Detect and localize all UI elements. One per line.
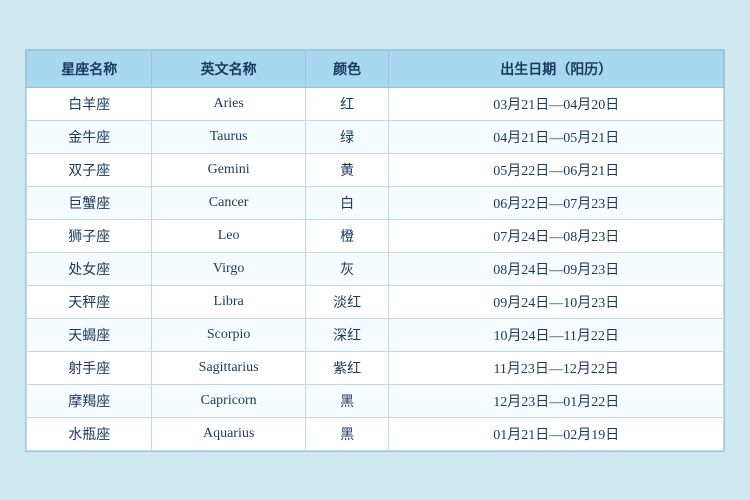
header-color: 颜色 bbox=[305, 50, 389, 87]
cell-color: 橙 bbox=[305, 219, 389, 252]
cell-color: 黑 bbox=[305, 384, 389, 417]
cell-color: 深红 bbox=[305, 318, 389, 351]
table-row: 处女座Virgo灰08月24日—09月23日 bbox=[27, 252, 724, 285]
cell-english-name: Scorpio bbox=[152, 318, 305, 351]
cell-chinese-name: 处女座 bbox=[27, 252, 152, 285]
cell-birth-date: 03月21日—04月20日 bbox=[389, 87, 724, 120]
table-header-row: 星座名称 英文名称 颜色 出生日期（阳历） bbox=[27, 50, 724, 87]
cell-english-name: Libra bbox=[152, 285, 305, 318]
cell-chinese-name: 巨蟹座 bbox=[27, 186, 152, 219]
cell-birth-date: 04月21日—05月21日 bbox=[389, 120, 724, 153]
table-row: 天蝎座Scorpio深红10月24日—11月22日 bbox=[27, 318, 724, 351]
cell-chinese-name: 天秤座 bbox=[27, 285, 152, 318]
header-chinese-name: 星座名称 bbox=[27, 50, 152, 87]
table-row: 双子座Gemini黄05月22日—06月21日 bbox=[27, 153, 724, 186]
zodiac-table-container: 星座名称 英文名称 颜色 出生日期（阳历） 白羊座Aries红03月21日—04… bbox=[25, 49, 725, 452]
table-row: 巨蟹座Cancer白06月22日—07月23日 bbox=[27, 186, 724, 219]
cell-birth-date: 09月24日—10月23日 bbox=[389, 285, 724, 318]
cell-chinese-name: 摩羯座 bbox=[27, 384, 152, 417]
table-row: 金牛座Taurus绿04月21日—05月21日 bbox=[27, 120, 724, 153]
cell-english-name: Taurus bbox=[152, 120, 305, 153]
header-birth-date: 出生日期（阳历） bbox=[389, 50, 724, 87]
table-row: 天秤座Libra淡红09月24日—10月23日 bbox=[27, 285, 724, 318]
cell-color: 灰 bbox=[305, 252, 389, 285]
cell-birth-date: 05月22日—06月21日 bbox=[389, 153, 724, 186]
cell-chinese-name: 射手座 bbox=[27, 351, 152, 384]
table-row: 射手座Sagittarius紫红11月23日—12月22日 bbox=[27, 351, 724, 384]
table-row: 摩羯座Capricorn黑12月23日—01月22日 bbox=[27, 384, 724, 417]
table-body: 白羊座Aries红03月21日—04月20日金牛座Taurus绿04月21日—0… bbox=[27, 87, 724, 450]
cell-english-name: Aries bbox=[152, 87, 305, 120]
zodiac-table: 星座名称 英文名称 颜色 出生日期（阳历） 白羊座Aries红03月21日—04… bbox=[26, 50, 724, 451]
cell-english-name: Sagittarius bbox=[152, 351, 305, 384]
cell-birth-date: 12月23日—01月22日 bbox=[389, 384, 724, 417]
cell-birth-date: 01月21日—02月19日 bbox=[389, 417, 724, 450]
cell-chinese-name: 金牛座 bbox=[27, 120, 152, 153]
cell-color: 白 bbox=[305, 186, 389, 219]
cell-english-name: Gemini bbox=[152, 153, 305, 186]
cell-chinese-name: 天蝎座 bbox=[27, 318, 152, 351]
cell-color: 淡红 bbox=[305, 285, 389, 318]
cell-color: 黑 bbox=[305, 417, 389, 450]
cell-chinese-name: 双子座 bbox=[27, 153, 152, 186]
header-english-name: 英文名称 bbox=[152, 50, 305, 87]
cell-birth-date: 07月24日—08月23日 bbox=[389, 219, 724, 252]
cell-chinese-name: 水瓶座 bbox=[27, 417, 152, 450]
cell-color: 绿 bbox=[305, 120, 389, 153]
cell-english-name: Capricorn bbox=[152, 384, 305, 417]
cell-color: 红 bbox=[305, 87, 389, 120]
cell-birth-date: 10月24日—11月22日 bbox=[389, 318, 724, 351]
cell-english-name: Virgo bbox=[152, 252, 305, 285]
cell-chinese-name: 狮子座 bbox=[27, 219, 152, 252]
cell-birth-date: 08月24日—09月23日 bbox=[389, 252, 724, 285]
cell-english-name: Cancer bbox=[152, 186, 305, 219]
cell-birth-date: 06月22日—07月23日 bbox=[389, 186, 724, 219]
cell-color: 紫红 bbox=[305, 351, 389, 384]
table-row: 狮子座Leo橙07月24日—08月23日 bbox=[27, 219, 724, 252]
table-row: 白羊座Aries红03月21日—04月20日 bbox=[27, 87, 724, 120]
cell-chinese-name: 白羊座 bbox=[27, 87, 152, 120]
cell-birth-date: 11月23日—12月22日 bbox=[389, 351, 724, 384]
cell-color: 黄 bbox=[305, 153, 389, 186]
table-row: 水瓶座Aquarius黑01月21日—02月19日 bbox=[27, 417, 724, 450]
cell-english-name: Leo bbox=[152, 219, 305, 252]
cell-english-name: Aquarius bbox=[152, 417, 305, 450]
